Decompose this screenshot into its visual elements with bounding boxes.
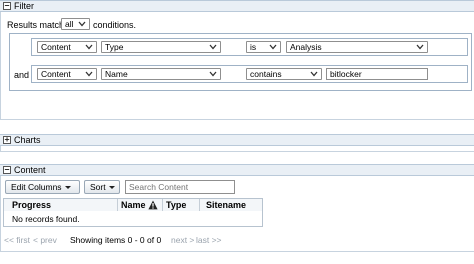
chevron-down-icon <box>85 71 93 77</box>
chevron-down-icon <box>85 44 93 50</box>
pager-last-link[interactable]: last >> <box>196 235 222 245</box>
field-group-value: Content <box>41 42 71 52</box>
collapse-filter-icon[interactable]: − <box>3 2 11 10</box>
column-header-progress[interactable]: Progress <box>12 200 51 211</box>
expand-charts-icon[interactable]: + <box>3 136 11 144</box>
column-header-sitename[interactable]: Sitename <box>206 200 246 211</box>
charts-panel-footer-line <box>0 146 474 152</box>
match-suffix-text: conditions. <box>93 20 137 30</box>
value-select[interactable]: Analysis <box>286 41 428 53</box>
operator-select[interactable]: contains <box>246 68 322 80</box>
charts-panel-header[interactable]: + Charts <box>0 134 474 146</box>
sort-button[interactable]: Sort <box>84 180 120 194</box>
filter-panel-header[interactable]: − Filter <box>0 0 474 12</box>
edit-columns-label: Edit Columns <box>11 182 62 192</box>
chevron-down-icon <box>209 71 217 77</box>
condition-joiner: and <box>14 70 30 80</box>
match-prefix-text: Results match <box>7 20 65 30</box>
filter-panel-title: Filter <box>14 1 34 11</box>
match-mode-select[interactable]: all <box>61 18 90 30</box>
content-panel-title: Content <box>14 165 46 175</box>
column-divider <box>162 199 163 211</box>
grid-header: Progress Name Type Sitename <box>3 198 263 212</box>
operator-value: is <box>250 42 257 52</box>
operator-select[interactable]: is <box>246 41 281 53</box>
content-panel-header[interactable]: − Content <box>0 164 474 176</box>
chevron-down-icon <box>416 44 424 50</box>
caret-down-icon <box>108 186 115 190</box>
pager-prev-link[interactable]: < prev <box>33 235 57 245</box>
chevron-down-icon <box>269 44 277 50</box>
search-content-input[interactable] <box>125 180 235 194</box>
grid-body: No records found. <box>3 211 263 227</box>
empty-message: No records found. <box>12 214 80 224</box>
field-select[interactable]: Type <box>101 41 221 53</box>
collapse-content-icon[interactable]: − <box>3 166 11 174</box>
column-header-name[interactable]: Name <box>121 200 146 211</box>
field-value: Name <box>105 69 128 79</box>
pager-status: Showing items 0 - 0 of 0 <box>70 235 162 245</box>
field-group-select[interactable]: Content <box>37 41 97 53</box>
column-header-type[interactable]: Type <box>166 200 186 211</box>
chevron-down-icon <box>78 21 86 27</box>
warning-triangle-icon <box>148 200 158 210</box>
pager-next-link[interactable]: next > <box>171 235 194 245</box>
value-input-text: bitlocker <box>330 69 362 79</box>
match-mode-value: all <box>65 19 74 29</box>
field-group-select[interactable]: Content <box>37 68 97 80</box>
field-value: Type <box>105 42 124 52</box>
pager-first-link[interactable]: << first <box>4 235 30 245</box>
operator-value: contains <box>250 69 282 79</box>
edit-columns-button[interactable]: Edit Columns <box>5 180 80 194</box>
field-select[interactable]: Name <box>101 68 221 80</box>
value-input[interactable]: bitlocker <box>326 68 428 80</box>
chevron-down-icon <box>310 71 318 77</box>
value-value: Analysis <box>290 42 322 52</box>
column-divider <box>199 199 200 211</box>
column-divider <box>117 199 118 211</box>
caret-down-icon <box>64 186 71 190</box>
field-group-value: Content <box>41 69 71 79</box>
chevron-down-icon <box>209 44 217 50</box>
sort-label: Sort <box>90 182 106 192</box>
charts-panel-title: Charts <box>14 135 41 145</box>
